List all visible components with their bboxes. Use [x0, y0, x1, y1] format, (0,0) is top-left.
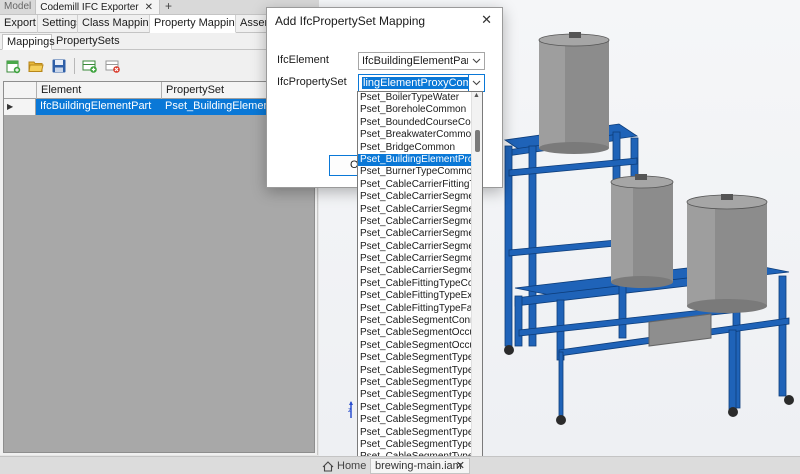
dropdown-option[interactable]: Pset_CableCarrierSegment	[358, 241, 472, 253]
toolbar-separator	[74, 58, 75, 74]
home-tab[interactable]: Home	[322, 458, 366, 474]
scrollbar-thumb[interactable]	[475, 130, 480, 152]
dropdown-option[interactable]: Pset_CableCarrierSegment	[358, 253, 472, 265]
dropdown-option[interactable]: Pset_BridgeCommon	[358, 142, 472, 154]
dropdown-option[interactable]: Pset_CableCarrierSegment	[358, 191, 472, 203]
scroll-up-icon[interactable]: ▲	[473, 92, 480, 99]
dropdown-option[interactable]: Pset_CableSegmentTypeEa	[358, 427, 472, 439]
dropdown-option[interactable]: Pset_CableCarrierSegment	[358, 216, 472, 228]
home-label: Home	[337, 460, 367, 472]
dropdown-option[interactable]: Pset_CableSegmentConnect	[358, 315, 472, 327]
tab-model[interactable]: Model	[0, 0, 37, 14]
dropdown-option[interactable]: Pset_CableSegmentOccurre	[358, 327, 472, 339]
dropdown-option[interactable]: Pset_CableFittingTypeFano	[358, 303, 472, 315]
mapping-toolbar	[3, 55, 123, 77]
document-tab-label: brewing-main.iam	[375, 460, 462, 472]
tab-settings[interactable]: Settings	[38, 15, 78, 33]
dropdown-option[interactable]: Pset_CableSegmentTypeCo	[358, 402, 472, 414]
dropdown-option[interactable]: Pset_CableCarrierFittingTyp	[358, 179, 472, 191]
dropdown-option[interactable]: Pset_BreakwaterCommon	[358, 129, 472, 141]
dropdown-option[interactable]: Pset_CableCarrierSegment	[358, 228, 472, 240]
dropdown-option[interactable]: Pset_BuildingElementProxy	[358, 153, 472, 167]
svg-text:z: z	[348, 407, 352, 414]
add-row-icon[interactable]	[80, 56, 100, 76]
tab-export[interactable]: Export	[0, 15, 38, 33]
dropdown-items: Pset_BoilerTypeWater Pset_BoreholeCommon P…	[358, 92, 472, 463]
dropdown-option[interactable]: Pset_CableSegmentTypeCa	[358, 365, 472, 377]
add-tab-button[interactable]: +	[160, 0, 177, 14]
dropdown-option[interactable]: Pset_BurnerTypeCommon	[358, 166, 472, 178]
dropdown-option[interactable]: Pset_CableCarrierSegment	[358, 204, 472, 216]
dropdown-scrollbar[interactable]: ▲ ▼	[471, 92, 482, 463]
ifc-element-select[interactable]: IfcBuildingElementPart	[358, 52, 485, 70]
row-selector-arrow-icon[interactable]: ▶	[4, 99, 36, 115]
document-tab-bar: Home brewing-main.iam ✕	[0, 456, 800, 474]
column-header-element[interactable]: Element	[37, 82, 162, 99]
close-icon[interactable]: ✕	[481, 12, 492, 28]
dropdown-option[interactable]: Pset_CableSegmentTypeFib	[358, 439, 472, 451]
dropdown-option[interactable]: Pset_BoreholeCommon	[358, 104, 472, 116]
tab-mappings[interactable]: Mappings	[2, 34, 55, 50]
chevron-down-icon[interactable]	[468, 53, 484, 69]
dropdown-option[interactable]: Pset_CableSegmentTypeCo	[358, 377, 472, 389]
tab-propertysets[interactable]: PropertySets	[52, 34, 120, 50]
tab-codemill-ifc-exporter[interactable]: Codemill IFC Exporter ✕	[36, 0, 160, 14]
close-icon[interactable]: ✕	[145, 2, 153, 13]
dropdown-option[interactable]: Pset_CableCarrierSegment	[358, 265, 472, 277]
ifc-propertyset-label: IfcPropertySet	[277, 76, 347, 88]
propertyset-dropdown-list[interactable]: Pset_BoilerTypeWater Pset_BoreholeCommon P…	[357, 91, 483, 464]
dropdown-option[interactable]: Pset_CableSegmentTypeCo	[358, 389, 472, 401]
ifc-element-value: IfcBuildingElementPart	[362, 55, 474, 67]
save-disk-icon[interactable]	[49, 56, 69, 76]
home-icon	[322, 460, 334, 472]
dropdown-option[interactable]: Pset_BoundedCourseComm	[358, 117, 472, 129]
tab-class-mappings[interactable]: Class Mappings	[78, 15, 150, 33]
delete-row-icon[interactable]	[103, 56, 123, 76]
close-icon[interactable]: ✕	[456, 459, 465, 473]
dropdown-option[interactable]: Pset_CableFittingTypeExit	[358, 290, 472, 302]
dialog-title: Add IfcPropertySet Mapping	[275, 14, 426, 28]
tab-assemblies[interactable]: Assemb	[236, 15, 270, 33]
dropdown-option[interactable]: Pset_BoilerTypeWater	[358, 92, 472, 104]
dropdown-option[interactable]: Pset_CableSegmentTypeCo	[358, 414, 472, 426]
dropdown-option[interactable]: Pset_CableSegmentOccurre	[358, 340, 472, 352]
cell-element[interactable]: IfcBuildingElementPart	[37, 99, 161, 115]
ifc-propertyset-select[interactable]: lingElementProxyCommon	[358, 74, 485, 92]
chevron-down-icon[interactable]	[468, 75, 484, 91]
ifc-propertyset-value: lingElementProxyCommon	[362, 77, 484, 89]
document-tab[interactable]: brewing-main.iam ✕	[370, 458, 470, 474]
new-mapping-icon[interactable]	[3, 56, 23, 76]
open-folder-icon[interactable]	[26, 56, 46, 76]
row-header-corner	[4, 82, 37, 99]
dropdown-option[interactable]: Pset_CableSegmentTypeBu	[358, 352, 472, 364]
ifc-element-label: IfcElement	[277, 54, 329, 66]
tab-label: Codemill IFC Exporter	[40, 2, 139, 13]
tab-property-mappings[interactable]: Property Mappings	[150, 15, 236, 33]
dropdown-option[interactable]: Pset_CableFittingTypeComm	[358, 278, 472, 290]
